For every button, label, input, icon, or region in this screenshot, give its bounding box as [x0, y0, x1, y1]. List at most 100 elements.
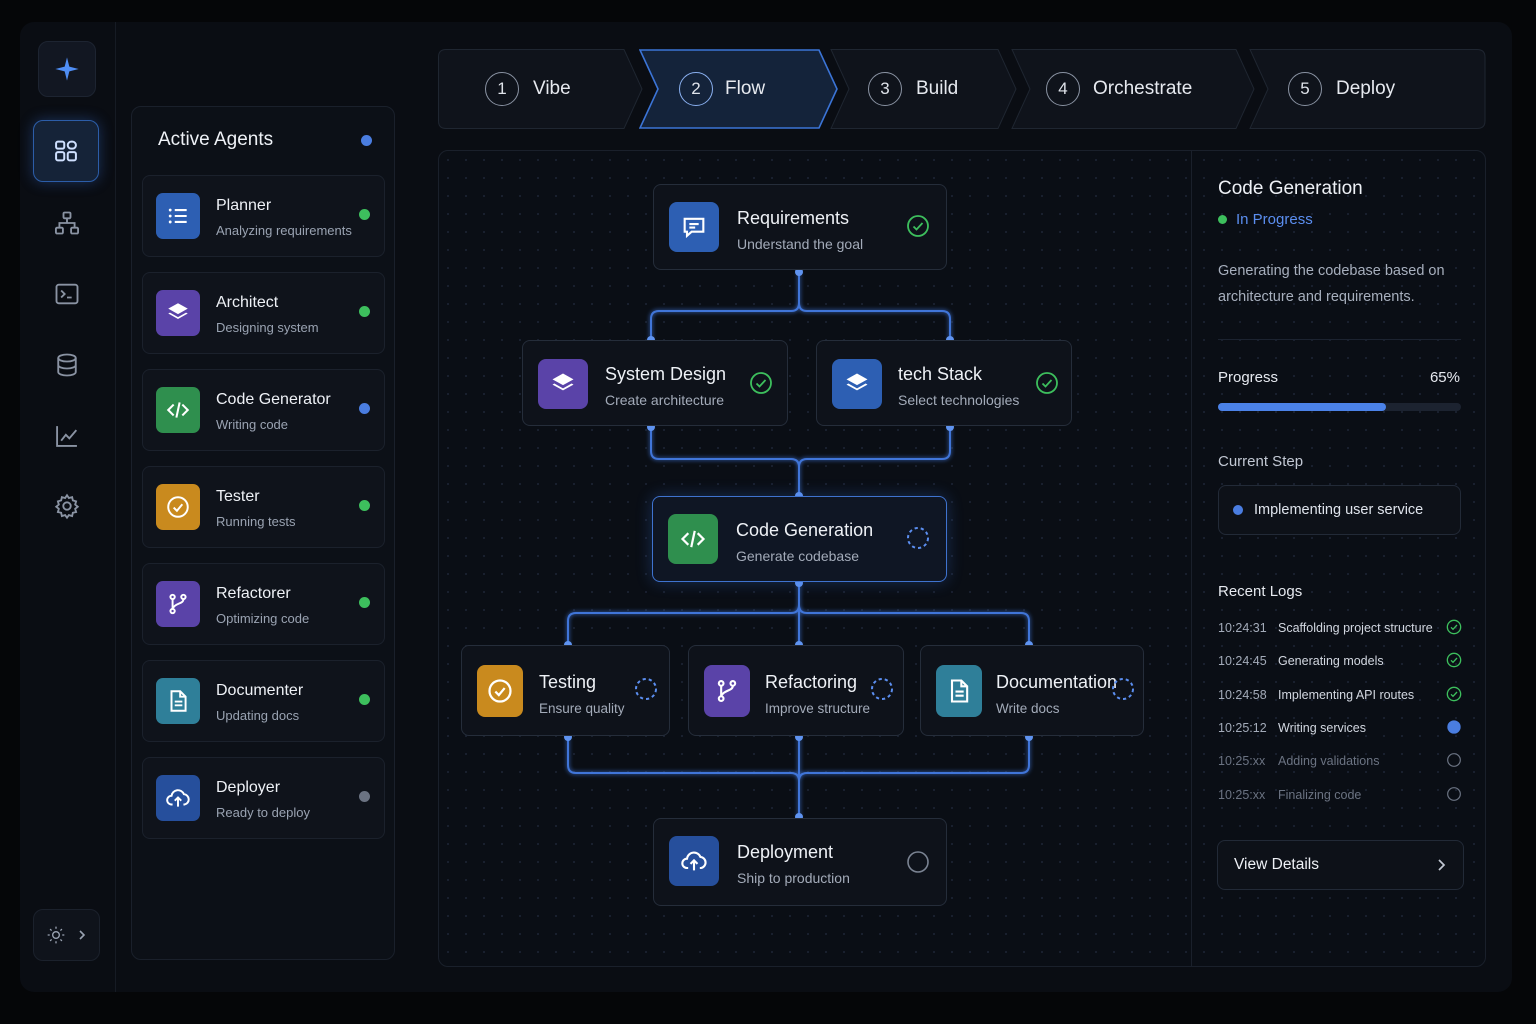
node-system-design[interactable]: System Design Create architecture — [522, 340, 788, 426]
node-requirements[interactable]: Requirements Understand the goal — [653, 184, 947, 270]
log-row: 10:24:58 Implementing API routes — [1218, 686, 1462, 706]
agent-name: Refactorer — [216, 585, 291, 602]
cloud-upload-icon — [681, 851, 707, 871]
node-subtitle: Write docs — [996, 701, 1060, 716]
current-dot-icon — [1447, 720, 1461, 734]
step-deploy[interactable]: 5 Deploy — [1249, 49, 1486, 129]
log-row: 10:24:45 Generating models — [1218, 652, 1462, 672]
agent-status-dot — [359, 209, 370, 220]
theme-toggle[interactable] — [33, 909, 100, 961]
node-icon — [668, 514, 718, 564]
agents-status-dot — [361, 135, 372, 146]
branch-icon — [717, 680, 737, 702]
log-text: Implementing API routes — [1278, 687, 1415, 702]
step-orchestrate[interactable]: 4 Orchestrate — [1011, 49, 1256, 129]
chevron-right-icon — [1438, 859, 1446, 871]
progress-label: Progress — [1218, 369, 1279, 386]
log-time: 10:25:12 — [1218, 720, 1267, 735]
agent-status-dot — [359, 306, 370, 317]
node-title: tech Stack — [898, 364, 983, 384]
log-row: 10:24:31 Scaffolding project structure — [1218, 619, 1462, 639]
check-circle-icon — [1446, 652, 1462, 668]
app-logo[interactable] — [38, 41, 96, 97]
step-label: Vibe — [533, 78, 571, 99]
node-icon — [936, 665, 982, 717]
node-code-generation[interactable]: Code Generation Generate codebase — [652, 496, 947, 582]
agent-card[interactable]: Code Generator Writing code — [142, 369, 385, 451]
status-dot — [1218, 215, 1227, 224]
agent-card[interactable]: Deployer Ready to deploy — [142, 757, 385, 839]
agent-icon — [156, 193, 200, 239]
details-status-text: In Progress — [1236, 211, 1313, 228]
agent-name: Code Generator — [216, 391, 331, 408]
agent-card[interactable]: Tester Running tests — [142, 466, 385, 548]
check-circle-icon — [1446, 686, 1462, 701]
nav-workflow[interactable] — [38, 195, 96, 251]
progress-bar-fill — [1218, 403, 1386, 411]
view-details-button[interactable]: View Details — [1217, 840, 1464, 890]
node-documentation[interactable]: Documentation Write docs — [920, 645, 1144, 736]
code-icon — [680, 530, 706, 548]
layers-icon — [846, 373, 868, 391]
step-label: Orchestrate — [1093, 78, 1193, 99]
nav-apps[interactable] — [33, 120, 99, 182]
chat-icon — [683, 217, 705, 239]
agent-status: Writing code — [216, 417, 289, 432]
step-vibe[interactable]: 1 Vibe — [438, 49, 643, 129]
agents-panel-title: Active Agents — [158, 129, 274, 150]
empty-circle-icon — [1447, 753, 1461, 768]
step-flow[interactable]: 2 Flow — [639, 49, 839, 129]
node-testing[interactable]: Testing Ensure quality — [461, 645, 670, 736]
loading-spinner-icon — [635, 678, 657, 700]
nav-terminal[interactable] — [38, 266, 96, 322]
log-time: 10:25:xx — [1218, 787, 1266, 802]
node-icon — [477, 665, 523, 717]
node-subtitle: Understand the goal — [737, 236, 864, 252]
node-title: Refactoring — [765, 672, 858, 692]
step-number: 5 — [1288, 72, 1322, 106]
step-build[interactable]: 3 Build — [830, 49, 1018, 129]
agent-icon — [156, 387, 200, 433]
node-deployment[interactable]: Deployment Ship to production — [653, 818, 947, 906]
current-step-text: Implementing user service — [1254, 502, 1424, 518]
node-title: System Design — [605, 364, 727, 384]
agent-name: Deployer — [216, 779, 281, 796]
node-title: Deployment — [737, 842, 834, 862]
log-text: Finalizing code — [1278, 787, 1362, 802]
branch-icon — [169, 593, 187, 615]
node-subtitle: Ensure quality — [539, 701, 625, 716]
recent-logs-label: Recent Logs — [1218, 583, 1303, 600]
check-circle-icon — [907, 215, 929, 237]
details-panel: Code Generation In Progress Generating t… — [1191, 150, 1486, 967]
agent-status: Running tests — [216, 514, 296, 529]
agent-icon — [156, 678, 200, 724]
node-tech-stack[interactable]: tech Stack Select technologies — [816, 340, 1072, 426]
nav-analytics[interactable] — [38, 408, 96, 464]
agent-card[interactable]: Refactorer Optimizing code — [142, 563, 385, 645]
sun-icon — [47, 926, 64, 944]
progress-value: 65% — [1429, 369, 1460, 386]
log-text: Generating models — [1278, 654, 1384, 669]
agent-status-dot — [359, 791, 370, 802]
node-icon — [832, 359, 882, 409]
nav-settings[interactable] — [38, 478, 96, 534]
check-circle-icon — [488, 679, 512, 703]
node-subtitle: Select technologies — [898, 392, 1020, 408]
loading-spinner-icon — [907, 527, 929, 549]
node-title: Code Generation — [736, 520, 874, 540]
current-step-label: Current Step — [1218, 453, 1304, 470]
nav-database[interactable] — [38, 337, 96, 393]
node-title: Documentation — [996, 672, 1118, 692]
agent-status: Updating docs — [216, 708, 300, 723]
view-details-label: View Details — [1234, 856, 1320, 873]
step-label: Flow — [725, 78, 766, 99]
chevron-right-icon — [78, 930, 85, 940]
agent-icon — [156, 290, 200, 336]
agent-card[interactable]: Architect Designing system — [142, 272, 385, 354]
log-time: 10:24:31 — [1218, 621, 1267, 635]
agent-name: Architect — [216, 294, 279, 311]
node-refactoring[interactable]: Refactoring Improve structure — [688, 645, 904, 736]
agent-card[interactable]: Planner Analyzing requirements — [142, 175, 385, 257]
icon-rail — [20, 22, 116, 992]
agent-card[interactable]: Documenter Updating docs — [142, 660, 385, 742]
